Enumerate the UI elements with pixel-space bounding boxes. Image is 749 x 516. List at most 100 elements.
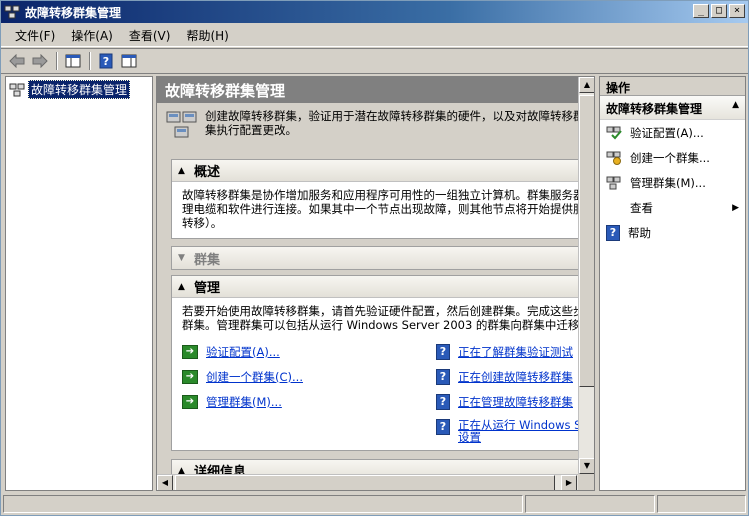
- green-arrow-icon: ➔: [182, 370, 198, 384]
- actions-group-header[interactable]: 故障转移群集管理 ▲: [600, 96, 745, 120]
- help-toolbar-button[interactable]: ?: [95, 51, 117, 71]
- management-line: 若要开始使用故障转移群集，请首先验证硬件配置，然后创建群集。完成这些步骤后，您可…: [182, 304, 578, 318]
- maximize-button[interactable]: □: [711, 4, 727, 18]
- help-link-migrating[interactable]: ? 正在从运行 Windows Server 2003 的群集迁移 设置: [436, 419, 578, 443]
- horizontal-scroll-thumb[interactable]: [175, 475, 555, 490]
- action-item-view[interactable]: 查看 ▶: [600, 195, 745, 220]
- create-cluster-link[interactable]: 创建一个群集(C)...: [206, 369, 303, 385]
- collapse-arrow-icon: ▲: [732, 100, 739, 110]
- submenu-arrow-icon: ▶: [732, 202, 739, 213]
- scroll-down-button[interactable]: ▼: [579, 458, 594, 474]
- action-item-help[interactable]: ? 帮助: [600, 220, 745, 245]
- action-item-validate[interactable]: 验证配置(A)...: [600, 120, 745, 145]
- forward-button[interactable]: [29, 51, 51, 71]
- clusters-section-header[interactable]: ▼ 群集: [172, 247, 578, 269]
- horizontal-scrollbar[interactable]: ◀ ▶: [157, 474, 578, 490]
- actions-group-title: 故障转移群集管理: [606, 102, 703, 116]
- help-link-creating[interactable]: ? 正在创建故障转移群集: [436, 369, 573, 385]
- help-link-text-cont[interactable]: 设置: [458, 431, 578, 443]
- status-cell: [525, 495, 655, 513]
- help-link-managing[interactable]: ? 正在管理故障转移群集: [436, 394, 573, 410]
- collapse-arrow-icon: ▲: [178, 465, 185, 475]
- cluster-app-icon: [4, 5, 20, 19]
- clusters-title: 群集: [194, 252, 221, 268]
- console-tree-icon: [65, 54, 81, 68]
- management-body: 若要开始使用故障转移群集，请首先验证硬件配置，然后创建群集。完成这些步骤后，您可…: [172, 298, 578, 338]
- window-title: 故障转移群集管理: [25, 5, 122, 20]
- collapse-arrow-icon: ▲: [178, 281, 185, 292]
- help-icon: ?: [436, 394, 450, 410]
- svg-text:?: ?: [103, 55, 109, 68]
- forward-arrow-icon: [32, 54, 48, 68]
- close-button[interactable]: ×: [729, 4, 745, 18]
- status-cell: [657, 495, 746, 513]
- green-arrow-icon: ➔: [182, 345, 198, 359]
- vertical-scroll-thumb[interactable]: [579, 95, 594, 387]
- action-item-create-cluster[interactable]: 创建一个群集...: [600, 145, 745, 170]
- more-info-section-header[interactable]: ▲ 详细信息: [172, 460, 578, 474]
- back-arrow-icon: [9, 54, 25, 68]
- action-item-label: 查看: [630, 200, 653, 215]
- tree-item-root[interactable]: 故障转移群集管理: [9, 80, 131, 99]
- help-link-text[interactable]: 正在管理故障转移群集: [458, 394, 573, 410]
- action-item-label: 管理群集(M)...: [630, 175, 706, 190]
- action-pane-icon: [121, 54, 137, 68]
- menu-action[interactable]: 操作(A): [63, 27, 121, 44]
- show-hide-tree-button[interactable]: [62, 51, 84, 71]
- help-link-text[interactable]: 正在了解群集验证测试: [458, 344, 573, 360]
- action-validate[interactable]: ➔ 验证配置(A)...: [182, 344, 280, 360]
- action-item-label: 帮助: [628, 225, 651, 240]
- scroll-corner: [578, 474, 594, 490]
- create-cluster-icon: [606, 151, 621, 165]
- help-icon: ?: [99, 53, 113, 69]
- action-manage-cluster[interactable]: ➔ 管理群集(M)...: [182, 394, 282, 410]
- console-tree: 故障转移群集管理: [5, 76, 153, 491]
- overview-title: 概述: [194, 165, 221, 180]
- action-create-cluster[interactable]: ➔ 创建一个群集(C)...: [182, 369, 303, 385]
- menu-file[interactable]: 文件(F): [7, 27, 63, 44]
- overview-section-header[interactable]: ▲ 概述: [172, 160, 578, 182]
- help-icon: ?: [436, 419, 450, 435]
- help-link-text[interactable]: 正在创建故障转移群集: [458, 369, 573, 385]
- scroll-right-button[interactable]: ▶: [561, 475, 577, 490]
- action-item-label: 验证配置(A)...: [630, 125, 704, 140]
- scroll-up-button[interactable]: ▲: [579, 77, 594, 93]
- scroll-left-button[interactable]: ◀: [157, 475, 173, 490]
- help-icon: ?: [436, 369, 450, 385]
- management-section: ▲ 管理 若要开始使用故障转移群集，请首先验证硬件配置，然后创建群集。完成这些步…: [171, 275, 578, 451]
- overview-section: ▲ 概述 故障转移群集是协作增加服务和应用程序可用性的一组独立计算机。群集服务器…: [171, 159, 578, 239]
- minimize-button[interactable]: _: [693, 4, 709, 18]
- manage-cluster-link[interactable]: 管理群集(M)...: [206, 394, 282, 410]
- toolbar-separator: [56, 52, 58, 70]
- overview-line: 转移）。: [182, 216, 223, 230]
- show-hide-action-pane-button[interactable]: [118, 51, 140, 71]
- back-button[interactable]: [6, 51, 28, 71]
- intro-text: 创建故障转移群集，验证用于潜在故障转移群集的硬件，以及对故障转移群集执行配置更改…: [205, 109, 578, 137]
- center-content: 创建故障转移群集，验证用于潜在故障转移群集的硬件，以及对故障转移群集执行配置更改…: [157, 103, 578, 474]
- main-window: 故障转移群集管理 _ □ × 文件(F) 操作(A) 查看(V) 帮助(H) ?: [0, 0, 749, 516]
- manage-cluster-icon: [606, 176, 621, 189]
- menu-help[interactable]: 帮助(H): [178, 27, 236, 44]
- expand-arrow-icon: ▼: [178, 253, 185, 263]
- action-item-manage-cluster[interactable]: 管理群集(M)...: [600, 170, 745, 195]
- status-bar: [1, 493, 748, 515]
- help-link-validation[interactable]: ? 正在了解群集验证测试: [436, 344, 573, 360]
- help-icon: ?: [436, 344, 450, 360]
- overview-line: 故障转移群集是协作增加服务和应用程序可用性的一组独立计算机。群集服务器（称为节点…: [182, 188, 578, 202]
- menu-view[interactable]: 查看(V): [121, 27, 179, 44]
- overview-line: 理电缆和软件进行连接。如果其中一个节点出现故障，则其他节点将开始提供服务（此过程…: [182, 202, 578, 216]
- actions-header: 操作: [600, 77, 745, 96]
- overview-body: 故障转移群集是协作增加服务和应用程序可用性的一组独立计算机。群集服务器（称为节点…: [172, 182, 578, 236]
- title-bar[interactable]: 故障转移群集管理 _ □ ×: [1, 1, 748, 23]
- tree-item-label: 故障转移群集管理: [28, 80, 131, 99]
- intro-block: 创建故障转移群集，验证用于潜在故障转移群集的硬件，以及对故障转移群集执行配置更改…: [165, 109, 578, 157]
- vertical-scrollbar[interactable]: ▲ ▼: [578, 77, 594, 474]
- actions-pane: 操作 故障转移群集管理 ▲ 验证配置(A)... 创建一个群集... 管理群集(…: [599, 76, 746, 491]
- management-section-header[interactable]: ▲ 管理: [172, 276, 578, 298]
- clusters-section: ▼ 群集: [171, 246, 578, 270]
- status-cell: [3, 495, 523, 513]
- validate-icon: [606, 126, 622, 139]
- help-icon: ?: [606, 224, 620, 241]
- center-header: 故障转移群集管理: [157, 77, 578, 103]
- validate-config-link[interactable]: 验证配置(A)...: [206, 344, 280, 360]
